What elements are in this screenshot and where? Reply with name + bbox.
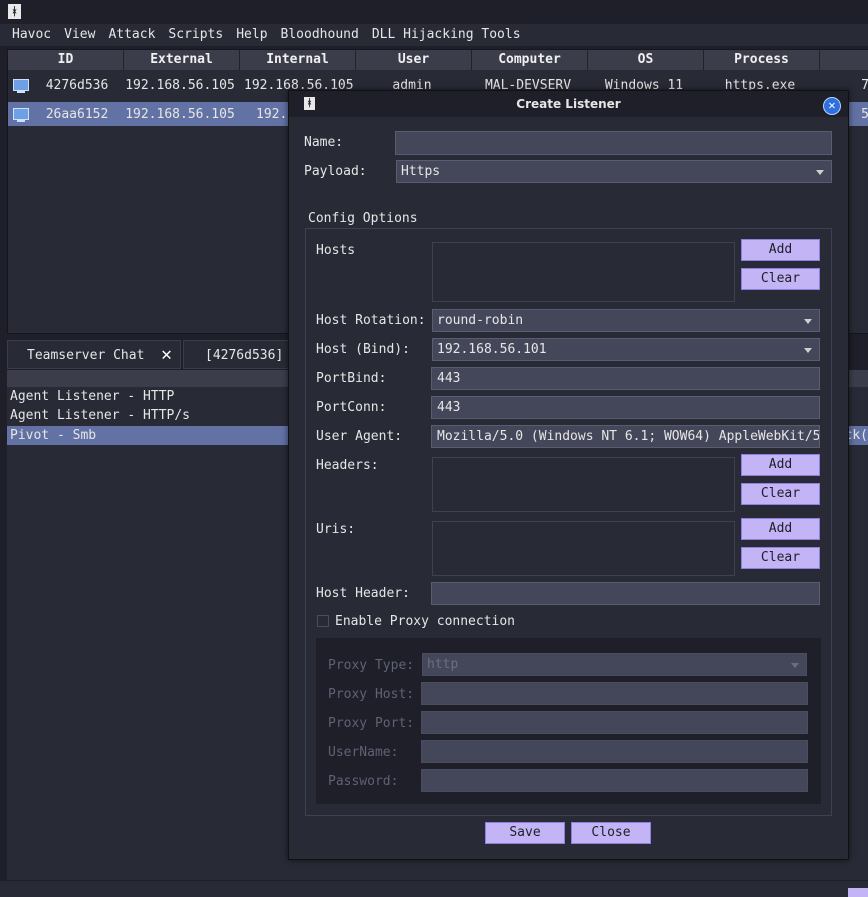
- name-label: Name:: [304, 135, 344, 150]
- proxy-password-input[interactable]: [421, 769, 808, 792]
- cell-external: 192.168.56.105: [125, 77, 235, 93]
- column-internal[interactable]: Internal: [240, 50, 356, 70]
- portbind-label: PortBind:: [316, 371, 387, 386]
- uris-clear-button[interactable]: Clear: [741, 547, 820, 569]
- proxy-password-label: Password:: [328, 774, 399, 789]
- menu-dll-hijacking-tools[interactable]: DLL Hijacking Tools: [366, 24, 528, 46]
- portconn-label: PortConn:: [316, 400, 387, 415]
- proxy-username-label: UserName:: [328, 745, 399, 760]
- chevron-down-icon: [791, 663, 799, 668]
- host-rotation-label: Host Rotation:: [316, 313, 426, 328]
- host-rotation-value: round-robin: [437, 313, 524, 328]
- proxy-username-input[interactable]: [421, 740, 808, 763]
- portbind-input[interactable]: 443: [431, 367, 820, 390]
- headers-list[interactable]: [432, 457, 735, 512]
- config-options-title: Config Options: [308, 211, 418, 226]
- uris-label: Uris:: [316, 522, 356, 537]
- host-bind-label: Host (Bind):: [316, 342, 410, 357]
- uris-add-button[interactable]: Add: [741, 518, 820, 540]
- menu-attack[interactable]: Attack: [102, 24, 162, 46]
- tab-label: Teamserver Chat: [27, 348, 145, 363]
- user-agent-label: User Agent:: [316, 429, 403, 444]
- host-header-label: Host Header:: [316, 586, 410, 601]
- create-listener-dialog: ᚼ Create Listener ✕ Name: Payload: Https…: [288, 90, 849, 860]
- proxy-type-select[interactable]: http: [422, 653, 807, 676]
- status-button-partial[interactable]: [848, 888, 868, 897]
- payload-value: Https: [401, 164, 441, 179]
- hosts-list[interactable]: [432, 242, 735, 302]
- havoc-logo-icon: ᚼ: [8, 4, 21, 19]
- close-icon[interactable]: ✕: [823, 97, 841, 115]
- chevron-down-icon: [804, 319, 812, 324]
- column-user[interactable]: User: [356, 50, 472, 70]
- menu-view[interactable]: View: [58, 24, 102, 46]
- title-bar: ᚼ: [0, 0, 868, 24]
- menu-help[interactable]: Help: [230, 24, 274, 46]
- chevron-down-icon: [804, 348, 812, 353]
- column-process[interactable]: Process: [704, 50, 820, 70]
- proxy-port-input[interactable]: [421, 711, 808, 734]
- save-button[interactable]: Save: [485, 822, 565, 844]
- menu-scripts[interactable]: Scripts: [162, 24, 230, 46]
- dialog-title-bar[interactable]: ᚼ Create Listener ✕: [289, 91, 848, 117]
- portconn-input[interactable]: 443: [431, 396, 820, 419]
- column-external[interactable]: External: [124, 50, 240, 70]
- proxy-port-label: Proxy Port:: [328, 716, 415, 731]
- tab-teamserver-chat[interactable]: Teamserver Chat ✕: [7, 340, 181, 369]
- headers-add-button[interactable]: Add: [741, 454, 820, 476]
- host-rotation-select[interactable]: round-robin: [432, 309, 820, 332]
- list-item-label: Pivot - Smb: [10, 428, 97, 443]
- host-bind-value: 192.168.56.101: [437, 342, 547, 357]
- tab-agent[interactable]: [4276d536] a: [183, 340, 303, 369]
- hosts-add-button[interactable]: Add: [741, 239, 820, 261]
- dialog-title: Create Listener: [516, 97, 621, 111]
- hosts-clear-button[interactable]: Clear: [741, 268, 820, 290]
- headers-clear-button[interactable]: Clear: [741, 483, 820, 505]
- uris-list[interactable]: [432, 521, 735, 576]
- column-computer[interactable]: Computer: [472, 50, 588, 70]
- column-os[interactable]: OS: [588, 50, 704, 70]
- enable-proxy-label: Enable Proxy connection: [335, 614, 516, 629]
- headers-label: Headers:: [316, 458, 379, 473]
- session-monitor-icon: [13, 108, 29, 122]
- cell-external: 192.168.56.105: [125, 106, 235, 122]
- proxy-type-value: http: [427, 657, 459, 672]
- status-bar: [0, 881, 868, 897]
- column-extra: [820, 50, 868, 70]
- hosts-label: Hosts: [316, 243, 356, 258]
- host-header-input[interactable]: [431, 582, 820, 605]
- column-id[interactable]: ID: [8, 50, 124, 70]
- proxy-settings-panel: Proxy Type: http Proxy Host: Proxy Port:…: [316, 638, 821, 804]
- user-agent-input[interactable]: Mozilla/5.0 (Windows NT 6.1; WOW64) Appl…: [431, 425, 820, 448]
- name-input[interactable]: [395, 131, 832, 155]
- payload-label: Payload:: [304, 164, 367, 179]
- payload-select[interactable]: Https: [396, 160, 832, 183]
- cell-id: 26aa6152: [45, 106, 109, 122]
- sessions-header: ID External Internal User Computer OS Pr…: [8, 50, 868, 70]
- close-button[interactable]: Close: [571, 822, 651, 844]
- session-monitor-icon: [13, 79, 29, 93]
- tab-label: [4276d536] a: [205, 348, 299, 363]
- chevron-down-icon: [816, 170, 824, 175]
- cell-id: 4276d536: [45, 77, 109, 93]
- proxy-type-label: Proxy Type:: [328, 658, 415, 673]
- menu-havoc[interactable]: Havoc: [0, 24, 58, 46]
- menu-bloodhound[interactable]: Bloodhound: [275, 24, 366, 46]
- enable-proxy-checkbox[interactable]: [317, 615, 329, 627]
- close-icon[interactable]: ✕: [161, 340, 172, 369]
- host-bind-select[interactable]: 192.168.56.101: [432, 338, 820, 361]
- proxy-host-label: Proxy Host:: [328, 687, 415, 702]
- proxy-host-input[interactable]: [421, 682, 808, 705]
- menu-bar: Havoc View Attack Scripts Help Bloodhoun…: [0, 24, 868, 46]
